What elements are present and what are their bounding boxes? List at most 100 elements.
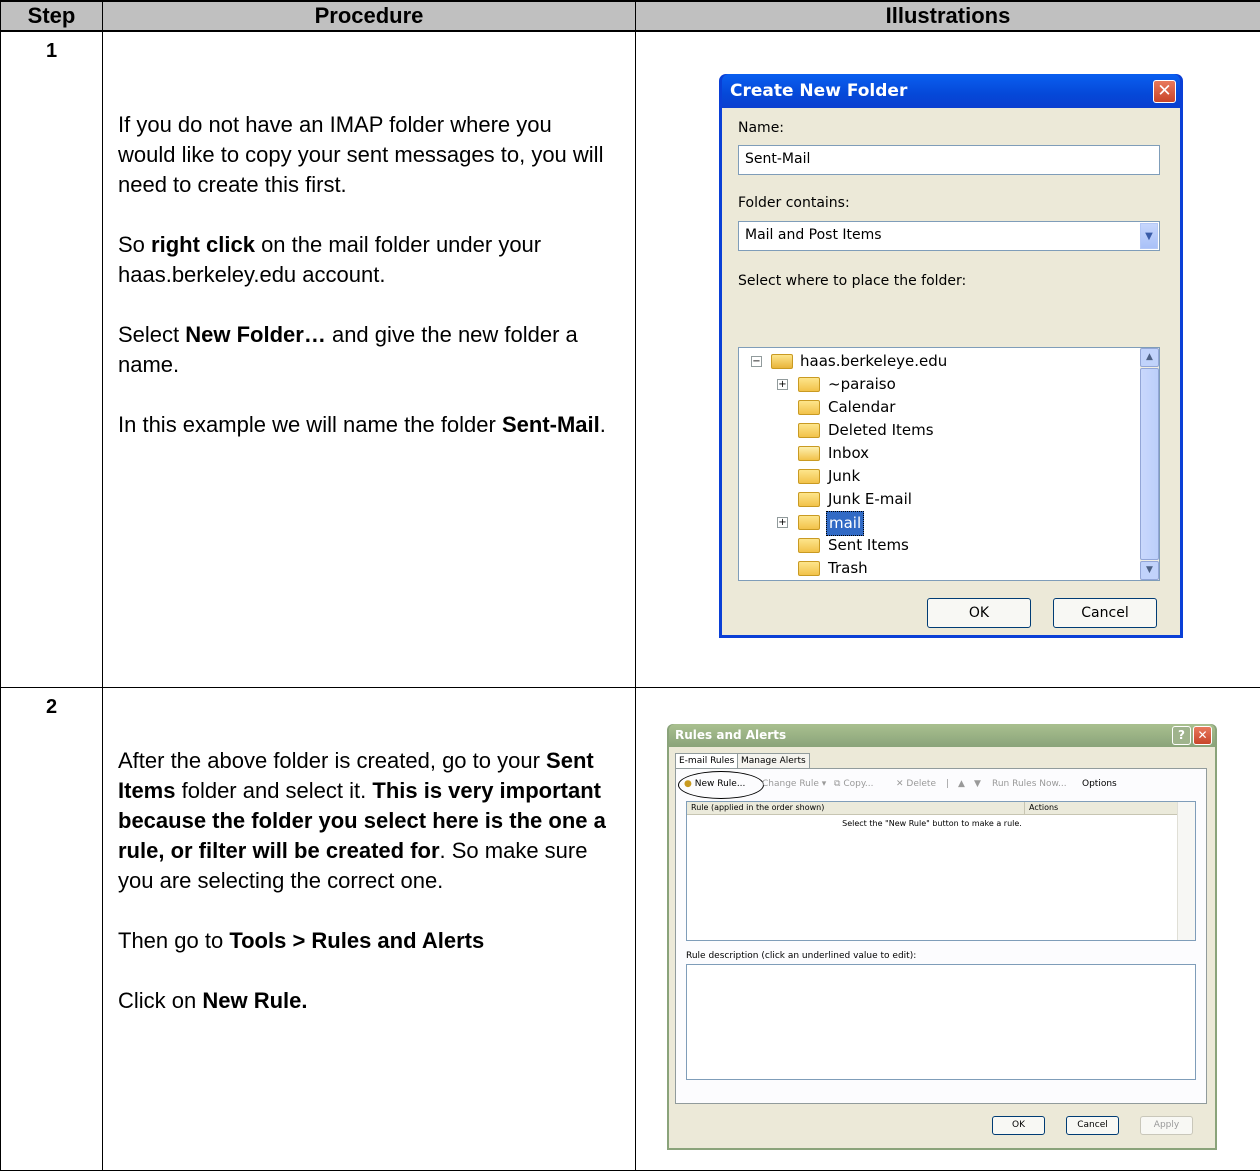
email-rules-panel: ● New Rule... Change Rule ▾ ⧉ Copy... ✕ … bbox=[675, 767, 1207, 1104]
scroll-up-icon[interactable]: ▲ bbox=[1140, 348, 1159, 367]
chevron-down-icon[interactable]: ▼ bbox=[1140, 223, 1158, 249]
folder-icon bbox=[798, 538, 820, 553]
delete-button[interactable]: ✕ Delete bbox=[896, 779, 936, 789]
close-icon[interactable]: ✕ bbox=[1193, 725, 1212, 745]
rules-list[interactable]: Rule (applied in the order shown) Action… bbox=[686, 800, 1196, 941]
tree-item-label: Calendar bbox=[828, 398, 896, 416]
ok-button[interactable]: OK bbox=[992, 1115, 1045, 1135]
tree-item-calendar[interactable]: Calendar bbox=[739, 396, 1139, 419]
tree-item-label: Deleted Items bbox=[828, 421, 934, 439]
folder-icon bbox=[798, 561, 820, 576]
expand-icon[interactable]: + bbox=[777, 379, 788, 390]
header-row: Step Procedure Illustrations bbox=[0, 0, 1260, 32]
procedure-cell: If you do not have an IMAP folder where … bbox=[102, 30, 636, 688]
tree-item-label: Junk bbox=[828, 467, 861, 485]
tree-item-inbox[interactable]: Inbox bbox=[739, 442, 1139, 465]
procedure-text: If you do not have an IMAP folder where … bbox=[103, 32, 635, 440]
ok-button[interactable]: OK bbox=[927, 598, 1031, 628]
folder-contains-label: Folder contains: bbox=[738, 195, 850, 211]
step-row-1: 1 If you do not have an IMAP folder wher… bbox=[0, 30, 1260, 688]
step-number: 2 bbox=[45, 695, 58, 718]
tree-scrollbar[interactable]: ▲ ▼ bbox=[1140, 348, 1159, 580]
folder-open-icon bbox=[771, 354, 793, 369]
move-down-icon[interactable]: ▼ bbox=[974, 779, 981, 789]
change-rule-button[interactable]: Change Rule ▾ bbox=[762, 779, 826, 789]
step-cell: 2 bbox=[0, 686, 103, 1171]
tab-manage-alerts[interactable]: Manage Alerts bbox=[737, 752, 810, 769]
rules-scrollbar[interactable] bbox=[1177, 801, 1195, 940]
tree-item-mail[interactable]: + mail bbox=[739, 511, 1139, 536]
help-icon[interactable]: ? bbox=[1172, 725, 1191, 745]
step-cell: 1 bbox=[0, 30, 103, 688]
cancel-button[interactable]: Cancel bbox=[1066, 1115, 1119, 1135]
new-rule-button[interactable]: ● New Rule... bbox=[684, 779, 745, 789]
rule-description-box[interactable] bbox=[686, 963, 1196, 1080]
folder-contains-select[interactable]: Mail and Post Items ▼ bbox=[738, 221, 1160, 251]
text-run: Click on bbox=[118, 987, 203, 1013]
dialog-title-bar: Create New Folder ✕ bbox=[722, 74, 1180, 108]
move-up-icon[interactable]: ▲ bbox=[958, 779, 965, 789]
tree-root[interactable]: − haas.berkeleye.edu bbox=[739, 350, 1139, 373]
folder-contains-value: Mail and Post Items bbox=[745, 227, 882, 243]
tree-item-deleted-items[interactable]: Deleted Items bbox=[739, 419, 1139, 442]
text-run: Then go to bbox=[118, 927, 230, 953]
folder-tree[interactable]: − haas.berkeleye.edu + ~paraiso Calendar bbox=[738, 347, 1160, 581]
copy-icon: ⧉ bbox=[834, 778, 841, 789]
new-rule-label: New Rule... bbox=[694, 778, 746, 789]
options-button[interactable]: Options bbox=[1082, 779, 1117, 789]
procedure-text: After the above folder is created, go to… bbox=[103, 688, 635, 1016]
rules-and-alerts-dialog: Rules and Alerts ? ✕ E-mail Rules Manage… bbox=[667, 723, 1217, 1150]
text-run: folder and select it. bbox=[175, 777, 373, 803]
procedure-header: Procedure bbox=[102, 0, 636, 32]
illustrations-header: Illustrations bbox=[635, 0, 1260, 32]
step-row-2: 2 After the above folder is created, go … bbox=[0, 686, 1260, 1171]
dialog-body: Name: Sent-Mail Folder contains: Mail an… bbox=[722, 108, 1180, 635]
bold-text: New Rule. bbox=[202, 987, 308, 1013]
bold-text: New Folder… bbox=[185, 322, 326, 347]
tree-item-trash[interactable]: Trash bbox=[739, 557, 1139, 580]
bold-text: Sent-Mail bbox=[501, 412, 600, 437]
bold-text: Tools > Rules and Alerts bbox=[229, 927, 485, 953]
folder-icon bbox=[798, 400, 820, 415]
scroll-thumb[interactable] bbox=[1140, 368, 1159, 560]
rule-column-header[interactable]: Rule (applied in the order shown) bbox=[687, 801, 1025, 815]
apply-button[interactable]: Apply bbox=[1140, 1115, 1193, 1135]
delete-label: Delete bbox=[906, 778, 936, 789]
procedure-paragraph: So right click on the mail folder under … bbox=[118, 230, 607, 290]
step-number: 1 bbox=[45, 40, 58, 62]
step-header: Step bbox=[0, 0, 103, 32]
tree-item-junk-email[interactable]: Junk E-mail bbox=[739, 488, 1139, 511]
dialog-title: Rules and Alerts bbox=[675, 727, 787, 742]
name-label: Name: bbox=[738, 120, 785, 136]
folder-icon bbox=[798, 469, 820, 484]
actions-column-header[interactable]: Actions bbox=[1025, 801, 1177, 815]
toolbar-separator: | bbox=[946, 778, 950, 789]
tree-item-label: Junk E-mail bbox=[828, 490, 912, 508]
tree-root-label: haas.berkeleye.edu bbox=[800, 352, 948, 370]
tree-item-label: Sent Items bbox=[828, 536, 909, 554]
tree-item-junk[interactable]: Junk bbox=[739, 465, 1139, 488]
name-field[interactable]: Sent-Mail bbox=[738, 145, 1160, 175]
tree-item-sent-items[interactable]: Sent Items bbox=[739, 534, 1139, 557]
folder-icon bbox=[798, 515, 820, 530]
text-run: So bbox=[118, 232, 152, 257]
dialog-title: Create New Folder bbox=[730, 81, 908, 101]
scroll-down-icon[interactable]: ▼ bbox=[1140, 561, 1159, 580]
tree-item-paraiso[interactable]: + ~paraiso bbox=[739, 373, 1139, 396]
procedure-table: Step Procedure Illustrations 1 If you do… bbox=[0, 0, 1260, 1171]
tree-item-label: Trash bbox=[828, 559, 868, 577]
copy-label: Copy... bbox=[843, 778, 874, 789]
procedure-paragraph: Then go to Tools > Rules and Alerts bbox=[118, 926, 607, 956]
tree-item-label: Inbox bbox=[828, 444, 870, 462]
copy-button[interactable]: ⧉ Copy... bbox=[834, 779, 873, 789]
procedure-paragraph: Click on New Rule. bbox=[118, 986, 607, 1016]
procedure-cell: After the above folder is created, go to… bbox=[102, 686, 636, 1171]
run-rules-button[interactable]: Run Rules Now... bbox=[992, 779, 1067, 789]
rule-description-label: Rule description (click an underlined va… bbox=[686, 950, 917, 961]
delete-icon: ✕ bbox=[896, 778, 904, 789]
expand-icon[interactable]: + bbox=[777, 517, 788, 528]
cancel-button[interactable]: Cancel bbox=[1053, 598, 1157, 628]
collapse-icon[interactable]: − bbox=[751, 356, 762, 367]
folder-icon bbox=[798, 377, 820, 392]
close-icon[interactable]: ✕ bbox=[1153, 80, 1176, 103]
